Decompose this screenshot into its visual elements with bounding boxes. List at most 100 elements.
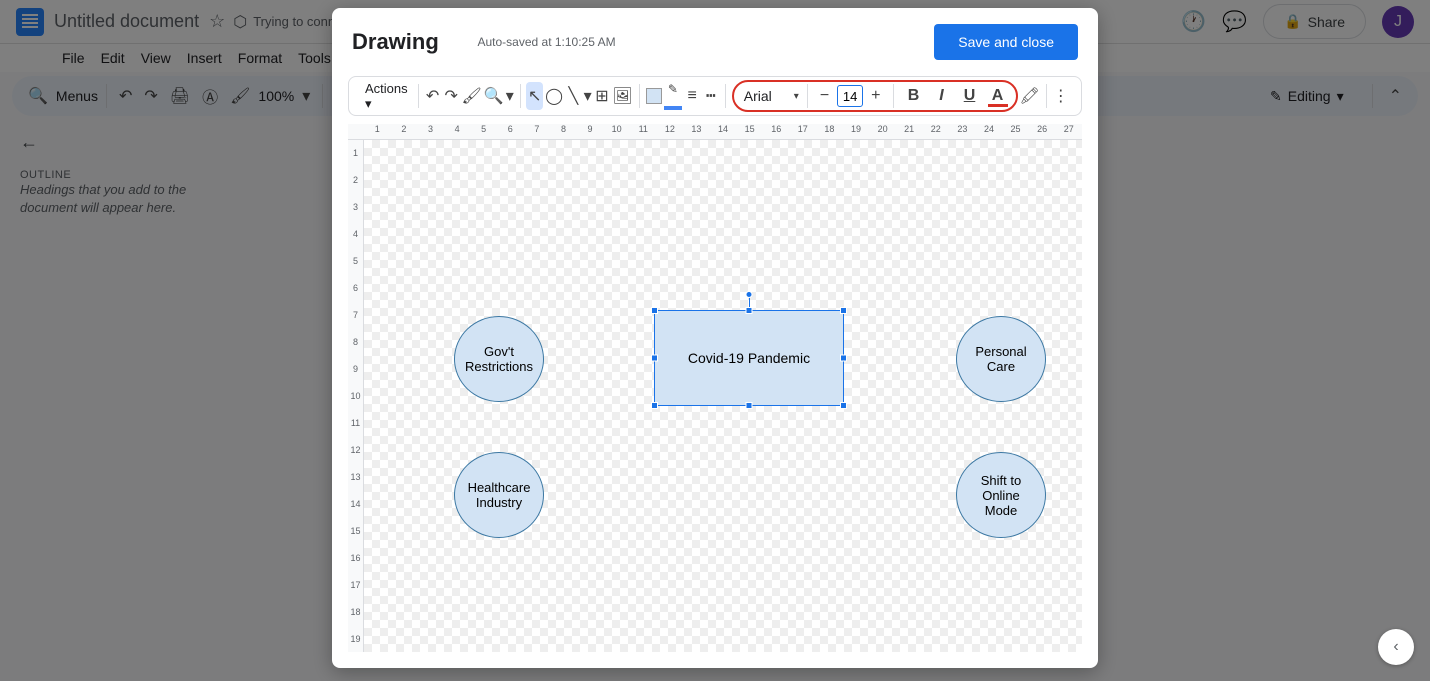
underline-button[interactable]: U <box>958 87 982 105</box>
ruler-tick: 12 <box>348 437 363 464</box>
ruler-tick: 17 <box>790 124 817 139</box>
zoom-dropdown-icon[interactable]: ▾ <box>506 82 514 110</box>
ruler-tick: 27 <box>1055 124 1082 139</box>
shape-tool-icon[interactable]: ◯ <box>545 82 563 110</box>
ruler-tick: 13 <box>683 124 710 139</box>
actions-dropdown[interactable]: Actions ▾ <box>361 81 412 112</box>
ruler-tick: 14 <box>710 124 737 139</box>
textbox-tool-icon[interactable]: ⊞ <box>594 82 611 110</box>
bold-button[interactable]: B <box>902 87 926 105</box>
resize-handle-ml[interactable] <box>651 355 658 362</box>
ruler-tick: 2 <box>348 167 363 194</box>
ruler-tick: 8 <box>550 124 577 139</box>
canvas-area: 1 2 3 4 5 6 7 8 9 10 11 12 13 14 15 16 1… <box>348 124 1082 652</box>
ruler-tick: 20 <box>869 124 896 139</box>
undo-icon[interactable]: ↶ <box>424 82 441 110</box>
resize-handle-tl[interactable] <box>651 307 658 314</box>
ruler-tick: 5 <box>348 248 363 275</box>
resize-handle-br[interactable] <box>840 402 847 409</box>
border-dash-icon[interactable]: ┅ <box>703 82 720 110</box>
ruler-tick: 7 <box>348 302 363 329</box>
divider <box>893 84 894 108</box>
autosave-status: Auto-saved at 1:10:25 AM <box>477 35 615 49</box>
font-controls-highlighted: Arial ▾ − + B I U A <box>732 80 1018 112</box>
ruler-tick: 4 <box>444 124 471 139</box>
increase-font-icon[interactable]: + <box>867 87 884 105</box>
fill-color-icon[interactable] <box>645 82 662 110</box>
shape-text: Healthcare Industry <box>463 480 535 510</box>
border-color-icon[interactable]: ✎ <box>664 82 682 110</box>
italic-button[interactable]: I <box>930 87 954 105</box>
ruler-tick: 18 <box>348 599 363 626</box>
shape-circle-personal[interactable]: Personal Care <box>956 316 1046 402</box>
shape-circle-online[interactable]: Shift to Online Mode <box>956 452 1046 538</box>
drawing-modal: Drawing Auto-saved at 1:10:25 AM Save an… <box>332 8 1098 668</box>
divider <box>725 84 726 108</box>
ruler-tick: 1 <box>364 124 391 139</box>
ruler-tick: 9 <box>577 124 604 139</box>
font-dropdown-icon[interactable]: ▾ <box>794 91 799 102</box>
resize-handle-bm[interactable] <box>746 402 753 409</box>
resize-handle-bl[interactable] <box>651 402 658 409</box>
save-close-button[interactable]: Save and close <box>934 24 1078 60</box>
shape-text: Gov't Restrictions <box>463 344 535 374</box>
line-dropdown-icon[interactable]: ▾ <box>584 82 592 110</box>
shape-circle-healthcare[interactable]: Healthcare Industry <box>454 452 544 538</box>
divider <box>520 84 521 108</box>
divider <box>1046 84 1047 108</box>
paint-format-icon[interactable]: 🖌 <box>462 82 482 110</box>
ruler-tick: 1 <box>348 140 363 167</box>
ruler-tick: 3 <box>417 124 444 139</box>
ruler-tick: 11 <box>630 124 657 139</box>
border-weight-icon[interactable]: ≡ <box>684 82 701 110</box>
highlight-color-icon[interactable]: 🖍 <box>1020 82 1040 110</box>
more-icon[interactable]: ⋮ <box>1052 82 1069 110</box>
ruler-tick: 11 <box>348 410 363 437</box>
font-family-select[interactable]: Arial <box>740 88 790 104</box>
ruler-tick: 19 <box>348 626 363 652</box>
shape-circle-govt[interactable]: Gov't Restrictions <box>454 316 544 402</box>
shape-text: Shift to Online Mode <box>965 473 1037 518</box>
line-tool-icon[interactable]: ╲ <box>565 82 582 110</box>
modal-header: Drawing Auto-saved at 1:10:25 AM Save an… <box>332 8 1098 68</box>
ruler-tick: 12 <box>657 124 684 139</box>
modal-overlay: Drawing Auto-saved at 1:10:25 AM Save an… <box>0 0 1430 681</box>
ruler-tick: 10 <box>348 383 363 410</box>
shape-text: Personal Care <box>965 344 1037 374</box>
divider <box>418 84 419 108</box>
ruler-tick: 3 <box>348 194 363 221</box>
rotate-handle[interactable] <box>746 291 753 298</box>
ruler-tick: 19 <box>843 124 870 139</box>
font-size-input[interactable] <box>837 85 863 107</box>
text-color-button[interactable]: A <box>986 87 1010 105</box>
ruler-tick: 14 <box>348 491 363 518</box>
image-tool-icon[interactable]: 🖼 <box>612 82 632 110</box>
resize-handle-tr[interactable] <box>840 307 847 314</box>
resize-handle-mr[interactable] <box>840 355 847 362</box>
select-tool-icon[interactable]: ↖ <box>526 82 543 110</box>
chevron-left-icon: ‹ <box>1393 638 1398 656</box>
ruler-vertical: 1 2 3 4 5 6 7 8 9 10 11 12 13 14 15 16 1… <box>348 140 364 652</box>
ruler-horizontal: 1 2 3 4 5 6 7 8 9 10 11 12 13 14 15 16 1… <box>348 124 1082 140</box>
divider <box>807 84 808 108</box>
decrease-font-icon[interactable]: − <box>816 87 833 105</box>
zoom-icon[interactable]: 🔍 <box>484 82 504 110</box>
drawing-canvas[interactable]: Covid-19 Pandemic Gov't Restrictions <box>364 140 1082 652</box>
ruler-tick: 2 <box>391 124 418 139</box>
ruler-tick: 7 <box>524 124 551 139</box>
ruler-tick: 15 <box>348 518 363 545</box>
ruler-tick: 16 <box>763 124 790 139</box>
ruler-tick: 21 <box>896 124 923 139</box>
ruler-tick: 18 <box>816 124 843 139</box>
ruler-tick: 9 <box>348 356 363 383</box>
ruler-tick: 6 <box>348 275 363 302</box>
redo-icon[interactable]: ↷ <box>443 82 460 110</box>
ruler-tick: 5 <box>470 124 497 139</box>
resize-handle-tm[interactable] <box>746 307 753 314</box>
explore-button[interactable]: ‹ <box>1378 629 1414 665</box>
shape-rectangle-center[interactable]: Covid-19 Pandemic <box>654 310 844 406</box>
ruler-tick: 13 <box>348 464 363 491</box>
ruler-tick: 26 <box>1029 124 1056 139</box>
actions-label: Actions <box>365 81 408 96</box>
ruler-tick: 16 <box>348 545 363 572</box>
